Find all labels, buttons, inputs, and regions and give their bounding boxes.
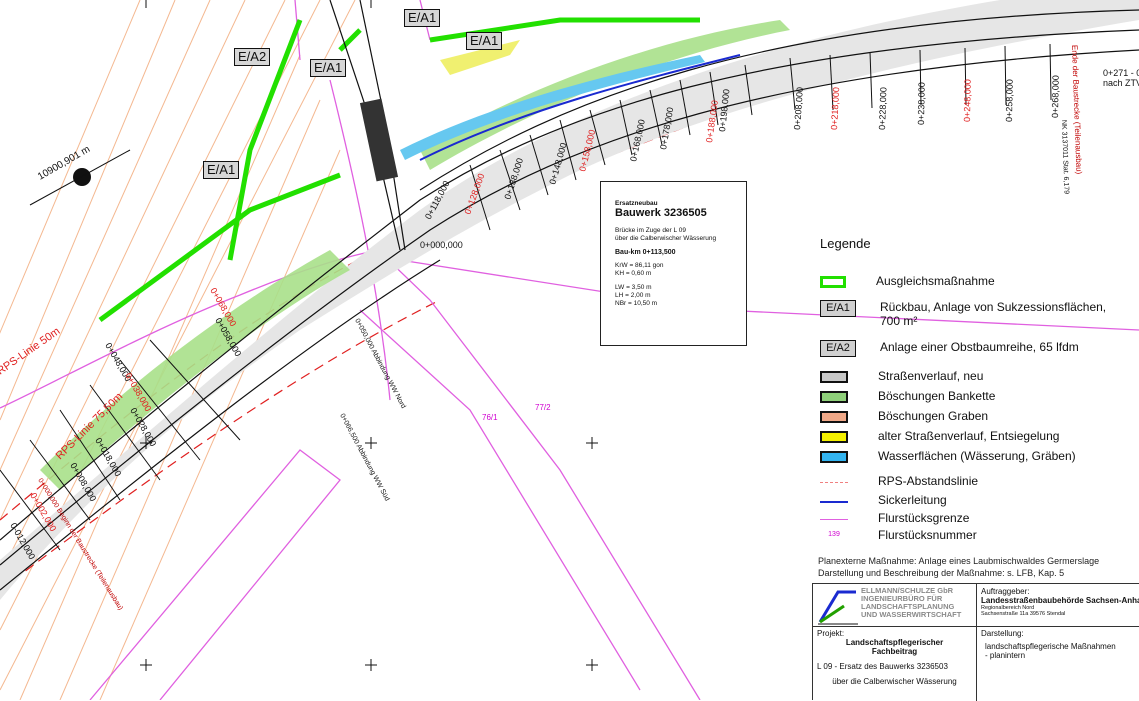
ea1-tag: E/A1: [203, 161, 240, 179]
road-swatch: [820, 371, 848, 383]
legend-item: Sickerleitung: [820, 493, 947, 507]
legend-label: RPS-Abstandslinie: [878, 474, 979, 488]
legend-item: Flurstücksgrenze: [820, 511, 969, 525]
drain-line-swatch: [820, 501, 848, 503]
client-address: Sachsenstraße 11a 39576 Stendal: [981, 611, 1066, 617]
title-block: ELLMANN/SCHULZE GbR INGENIEURBÜRO FÜR LA…: [812, 583, 1139, 701]
callout-desc: Brücke im Zuge der L 09: [615, 227, 686, 234]
station-label: 0+271 - 0: [1103, 68, 1139, 78]
client-cell: Auftraggeber: Landesstraßenbaubehörde Sa…: [977, 584, 1139, 627]
legend-label: alter Straßenverlauf, Entsiegelung: [878, 429, 1060, 443]
legend-item: alter Straßenverlauf, Entsiegelung: [820, 429, 1059, 443]
parcel-number-swatch: 139: [828, 531, 840, 538]
station-label: 0+000,000: [420, 240, 463, 250]
legend-item: 139 Flurstücksnummer: [820, 528, 977, 542]
station-label: nach ZTV: [1103, 78, 1139, 88]
legend-item: Wasserflächen (Wässerung, Gräben): [820, 449, 1076, 463]
ea2-legend-tag: E/A2: [820, 340, 856, 357]
legend-title: Legende: [820, 236, 871, 251]
parcel-number: 76/1: [482, 413, 498, 422]
project-cell: Projekt: Landschaftspflegerischer Fachbe…: [813, 627, 977, 701]
legend-item: E/A1 Rückbau, Anlage von Sukzessionsfläc…: [820, 300, 1106, 328]
legend-label: Flurstücksnummer: [878, 528, 977, 542]
callout-subtitle: Ersatzneubau: [615, 200, 658, 207]
ea2-tag: E/A2: [234, 48, 271, 66]
legend-label: Anlage einer Obstbaumreihe, 65 lfdm: [880, 340, 1079, 354]
parcel-line-swatch: [820, 519, 848, 520]
parcel-number: 77/2: [535, 403, 551, 412]
legend-item: E/A2 Anlage einer Obstbaumreihe, 65 lfdm: [820, 340, 1079, 357]
legend-item: RPS-Abstandslinie: [820, 474, 978, 488]
legend-label: Böschungen Bankette: [878, 389, 996, 403]
callout-desc: über die Calberwischer Wässerung: [615, 235, 717, 242]
ditch-swatch: [820, 411, 848, 423]
station-label: 0+238,000: [916, 82, 927, 125]
ea1-tag: E/A1: [466, 32, 503, 50]
station-label: 0+258,000: [1004, 79, 1015, 122]
callout-value: NBr = 10,50 m: [615, 300, 658, 307]
bridge-info-box: Ersatzneubau Bauwerk 3236505 Brücke im Z…: [600, 181, 747, 346]
firm-logo-cell: ELLMANN/SCHULZE GbR INGENIEURBÜRO FÜR LA…: [813, 584, 977, 627]
station-label: 0+208,000: [792, 87, 805, 130]
rps-line-swatch: [820, 482, 848, 483]
client-label: Auftraggeber:: [981, 587, 1030, 596]
callout-value: KrW = 86,11 gon: [615, 262, 664, 269]
bridge-structure: [359, 98, 399, 182]
annotation: 0+050,000 Abbindung WW Nord: [353, 318, 406, 410]
legend-label: Sickerleitung: [878, 493, 947, 507]
ea1-tag: E/A1: [310, 59, 347, 77]
station-label: 0+228,000: [877, 87, 888, 130]
slope-swatch: [820, 391, 848, 403]
ea1-legend-tag: E/A1: [820, 300, 856, 317]
legend-item: Böschungen Graben: [820, 409, 988, 423]
legend-label: Ausgleichsmaßnahme: [876, 274, 995, 288]
green-outline-swatch: [820, 276, 846, 288]
legend-label: Straßenverlauf, neu: [878, 369, 984, 383]
legend-label: Rückbau, Anlage von Sukzessionsflächen, 7…: [880, 300, 1107, 328]
display-label: Darstellung:: [981, 629, 1024, 638]
legend-label: Wasserflächen (Wässerung, Gräben): [878, 449, 1076, 463]
legend-label: Flurstücksgrenze: [878, 511, 970, 525]
firm-name: ELLMANN/SCHULZE GbR INGENIEURBÜRO FÜR LA…: [861, 586, 962, 619]
legend-item: Straßenverlauf, neu: [820, 369, 983, 383]
callout-value: LW = 3,50 m: [615, 284, 652, 291]
external-measure-note: Planexterne Maßnahme: Anlage eines Laubm…: [818, 556, 1100, 566]
legend-label: Böschungen Graben: [878, 409, 989, 423]
project-title: Landschaftspflegerischer: [845, 638, 944, 647]
legend-item: Böschungen Bankette: [820, 389, 995, 403]
callout-value: KH = 0,60 m: [615, 270, 652, 277]
station-label: 0+218,000: [829, 87, 841, 130]
callout-value: LH = 2,00 m: [615, 292, 651, 299]
project-desc: L 09 - Ersatz des Bauwerks 3236503: [817, 662, 948, 671]
external-measure-note: Darstellung und Beschreibung der Maßnahm…: [818, 568, 1065, 578]
callout-baukm: Bau-km 0+113,500: [615, 249, 676, 256]
station-label: 0+268,000: [1050, 75, 1061, 118]
coordinate-marker: [73, 168, 91, 186]
project-label: Projekt:: [817, 629, 845, 638]
water-swatch: [820, 451, 848, 463]
firm-logo-icon: [818, 590, 858, 625]
callout-title: Bauwerk 3236505: [615, 207, 707, 219]
client-name: Landesstraßenbaubehörde Sachsen-Anhalt: [981, 596, 1139, 605]
annotation: NK 3137011 Stat. 6,179: [1060, 120, 1070, 195]
display-text: - planintern: [985, 651, 1026, 660]
old-road-swatch: [820, 431, 848, 443]
annotation: Ende der Baustrecke (Teilenausbau): [1070, 45, 1084, 175]
display-cell: Darstellung: landschaftspflegerische Maß…: [977, 627, 1139, 701]
ea1-tag: E/A1: [404, 9, 441, 27]
legend-item: Ausgleichsmaßnahme: [820, 274, 995, 288]
project-desc: über die Calberwischer Wässerung: [832, 677, 957, 686]
station-label: 0+248,000: [962, 79, 973, 122]
project-title: Fachbeitrag: [871, 647, 918, 656]
annotation: 0+066,500 Abbindung WW Süd: [338, 413, 390, 503]
display-text: landschaftspflegerische Maßnahmen: [985, 642, 1116, 651]
